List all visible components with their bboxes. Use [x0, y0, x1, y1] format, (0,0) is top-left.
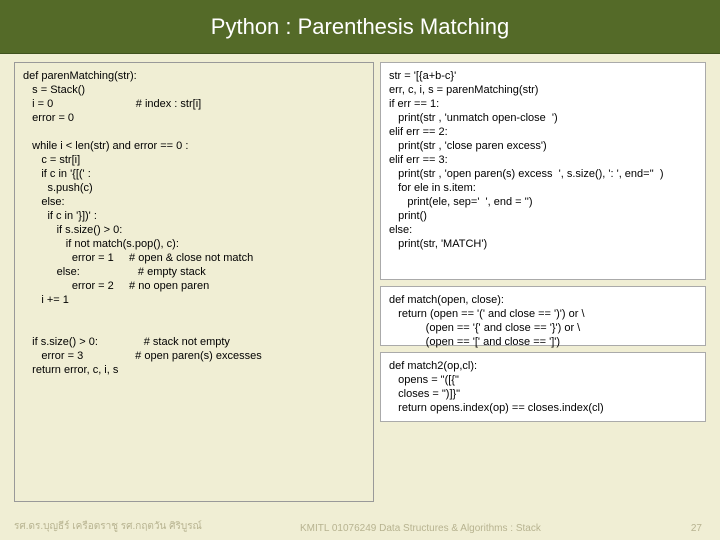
footer-page: 27: [691, 523, 702, 534]
footer-authors: รศ.ดร.บุญธีร์ เครือตราชู รศ.กฤตวัน ศิริบ…: [14, 519, 202, 534]
code-box-match2: def match2(op,cl): opens = "([{" closes …: [380, 352, 706, 422]
code-box-main: def parenMatching(str): s = Stack() i = …: [14, 62, 374, 502]
code-box-usage: str = '[{a+b-c}' err, c, i, s = parenMat…: [380, 62, 706, 280]
slide-title: Python : Parenthesis Matching: [0, 0, 720, 54]
footer-course: KMITL 01076249 Data Structures & Algorit…: [300, 523, 541, 534]
code-box-match: def match(open, close): return (open == …: [380, 286, 706, 346]
